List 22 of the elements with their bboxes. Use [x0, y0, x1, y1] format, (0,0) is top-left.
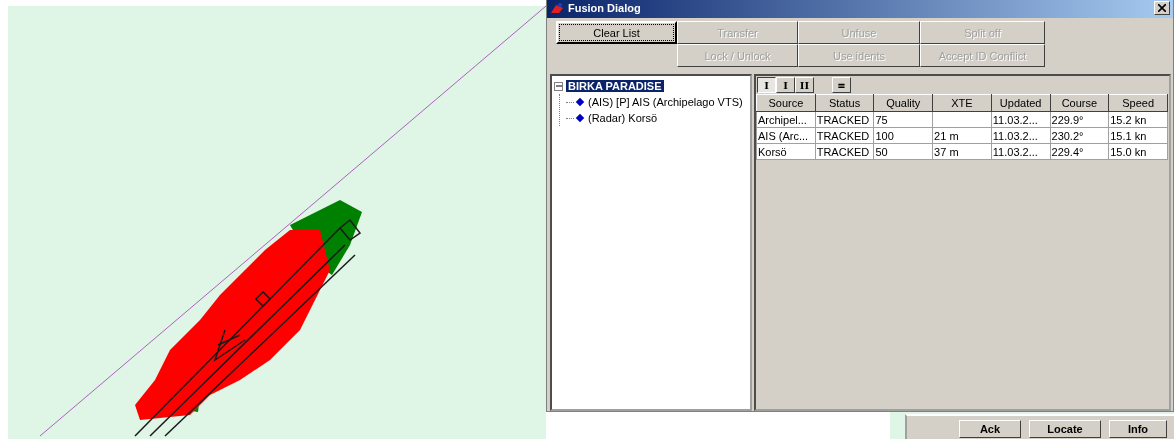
column-header[interactable]: Course — [1050, 94, 1109, 112]
column-header[interactable]: Speed — [1108, 94, 1168, 112]
column-header[interactable]: XTE — [932, 94, 992, 112]
column-header[interactable]: Quality — [873, 94, 933, 112]
column-header[interactable]: Status — [815, 94, 874, 112]
action-button[interactable]: Locate — [1029, 420, 1101, 438]
action-button[interactable]: Clear List — [556, 21, 677, 44]
view-button[interactable]: I — [757, 77, 776, 93]
view-button[interactable]: I — [776, 77, 795, 93]
close-icon[interactable] — [1158, 3, 1166, 12]
window-title: Fusion Dialog — [568, 1, 642, 14]
tree-item[interactable]: BIRKA PARADISE — [566, 80, 664, 92]
view-button[interactable]: II — [795, 77, 814, 93]
tree-item[interactable]: (AIS) [P] AIS (Archipelago VTS) — [586, 96, 745, 108]
action-button[interactable]: Ack — [959, 420, 1021, 438]
tree-item[interactable]: (Radar) Korsö — [586, 112, 660, 124]
column-header[interactable]: Updated — [991, 94, 1050, 112]
view-button[interactable]: ≡ — [832, 77, 851, 93]
app-icon — [550, 1, 564, 14]
column-header[interactable]: Source — [756, 94, 816, 112]
action-button[interactable]: Info — [1109, 420, 1167, 438]
close-button[interactable] — [1154, 0, 1170, 15]
